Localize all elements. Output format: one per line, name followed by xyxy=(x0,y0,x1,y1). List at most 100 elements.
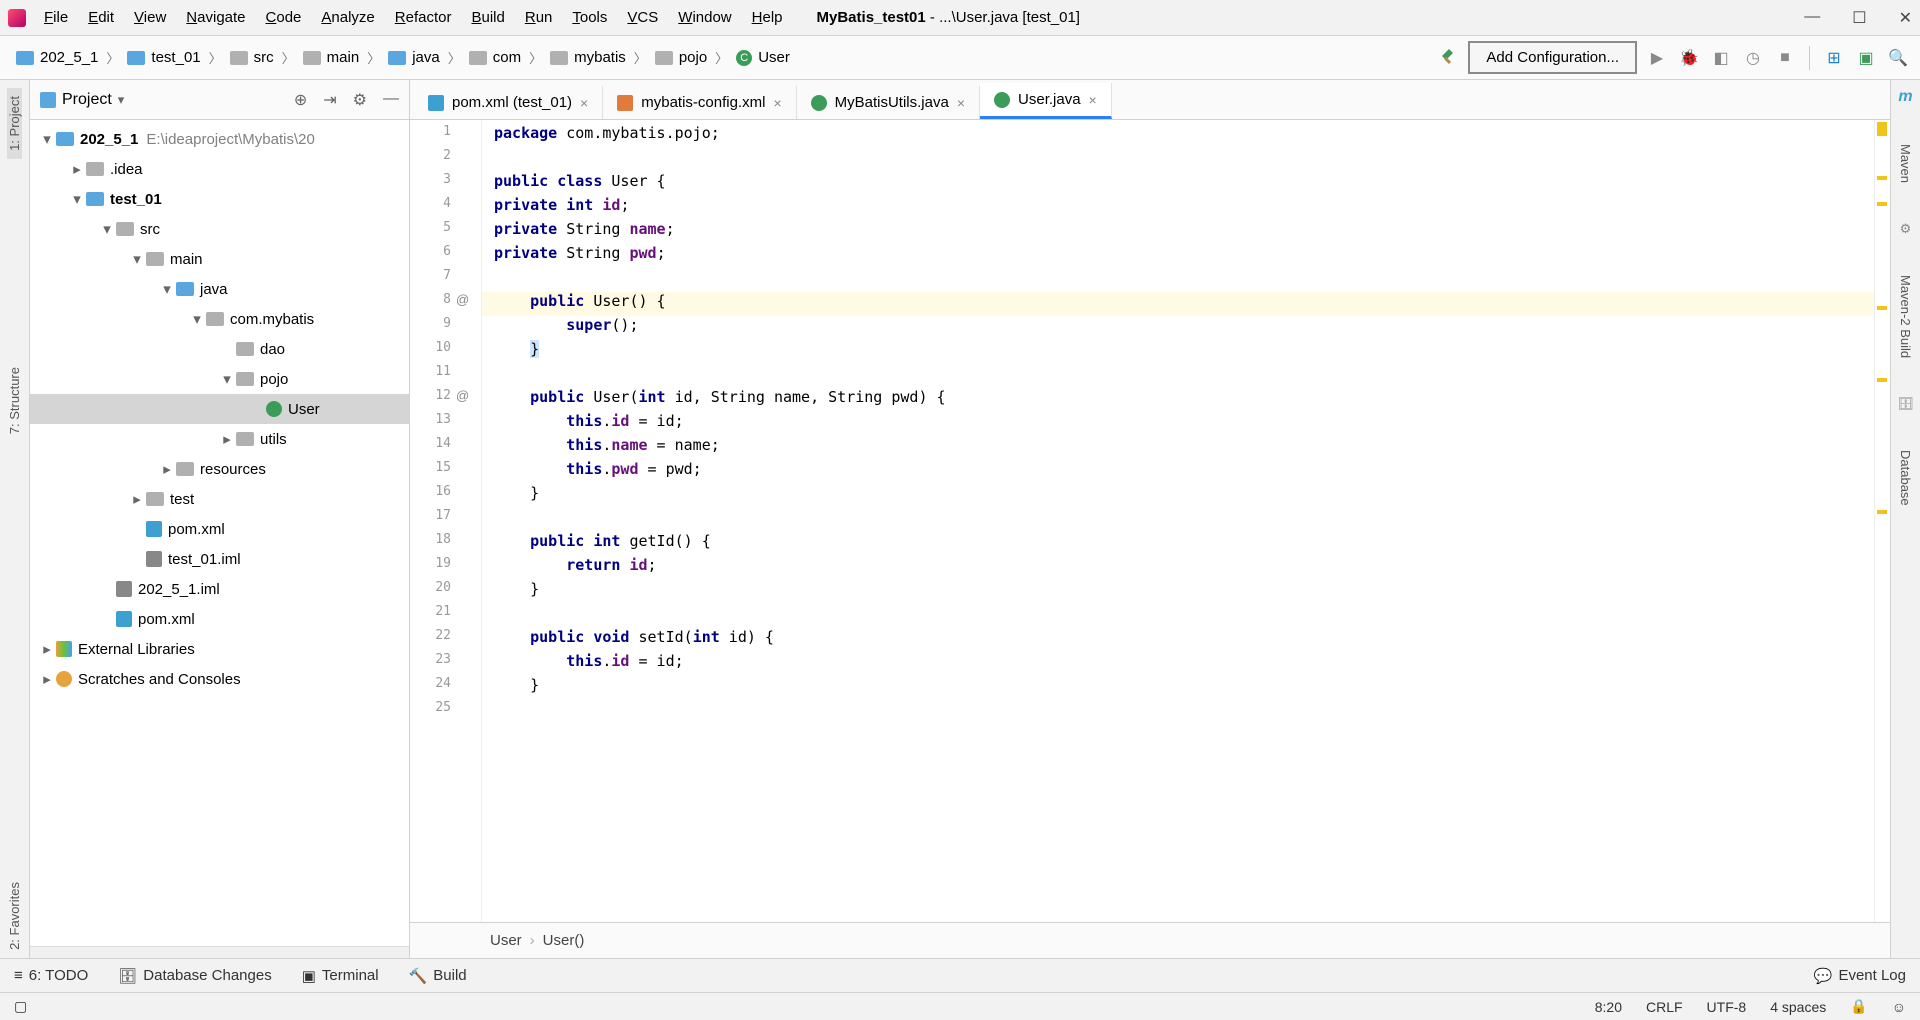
project-header-title[interactable]: Project xyxy=(62,91,112,109)
menu-window[interactable]: Window xyxy=(668,5,741,30)
close-tab-icon[interactable]: × xyxy=(957,95,965,111)
code-line-24[interactable]: } xyxy=(482,676,1874,700)
menu-analyze[interactable]: Analyze xyxy=(311,5,384,30)
close-tab-icon[interactable]: × xyxy=(1089,92,1097,108)
breadcrumb-com[interactable]: com xyxy=(463,47,527,68)
breadcrumb-java[interactable]: java xyxy=(382,47,446,68)
menu-refactor[interactable]: Refactor xyxy=(385,5,462,30)
database-changes-tab[interactable]: 🗄 Database Changes xyxy=(118,967,271,985)
rail-structure[interactable]: 7: Structure xyxy=(7,359,22,442)
tree-item-scratches-and-consoles[interactable]: ▸Scratches and Consoles xyxy=(30,664,409,694)
breadcrumb-main[interactable]: main xyxy=(297,47,366,68)
build-tab[interactable]: 🔨 Build xyxy=(409,967,467,985)
status-encoding[interactable]: UTF-8 xyxy=(1707,999,1747,1015)
tab-user-java[interactable]: User.java× xyxy=(980,83,1112,119)
add-configuration-button[interactable]: Add Configuration... xyxy=(1468,41,1637,74)
gear-icon[interactable]: ⚙ xyxy=(353,90,367,110)
tree-item-resources[interactable]: ▸resources xyxy=(30,454,409,484)
tree-item-pom-xml[interactable]: pom.xml xyxy=(30,604,409,634)
build-icon[interactable] xyxy=(1438,47,1460,69)
run-anything-icon[interactable]: ▣ xyxy=(1854,46,1878,70)
code-line-20[interactable]: } xyxy=(482,580,1874,604)
search-icon[interactable]: 🔍 xyxy=(1886,46,1910,70)
editor-breadcrumb[interactable]: User › User() xyxy=(410,922,1890,958)
gear-icon[interactable]: ⚙ xyxy=(1900,221,1912,237)
stop-icon[interactable]: ■ xyxy=(1773,46,1797,70)
minimize-icon[interactable]: — xyxy=(1804,8,1820,28)
tree-scrollbar[interactable] xyxy=(30,946,409,958)
code-line-10[interactable]: } xyxy=(482,340,1874,364)
code-line-1[interactable]: package com.mybatis.pojo; xyxy=(482,124,1874,148)
breadcrumb-test_01[interactable]: test_01 xyxy=(121,47,206,68)
inspection-icon[interactable]: ☺ xyxy=(1892,999,1906,1015)
menu-file[interactable]: File xyxy=(34,5,78,30)
tab-mybatis-config-xml[interactable]: mybatis-config.xml× xyxy=(603,86,796,119)
menu-code[interactable]: Code xyxy=(256,5,312,30)
code-line-5[interactable]: private String name; xyxy=(482,220,1874,244)
tree-item-pom-xml[interactable]: pom.xml xyxy=(30,514,409,544)
code-line-17[interactable] xyxy=(482,508,1874,532)
locate-icon[interactable]: ⊕ xyxy=(294,90,307,110)
todo-tab[interactable]: ≡ 6: TODO xyxy=(14,967,88,984)
git-icon[interactable]: ⊞ xyxy=(1822,46,1846,70)
menu-help[interactable]: Help xyxy=(742,5,793,30)
menu-build[interactable]: Build xyxy=(461,5,514,30)
breadcrumb-user[interactable]: CUser xyxy=(730,47,796,68)
code-line-6[interactable]: private String pwd; xyxy=(482,244,1874,268)
coverage-icon[interactable]: ◧ xyxy=(1709,46,1733,70)
menu-view[interactable]: View xyxy=(124,5,176,30)
profile-icon[interactable]: ◷ xyxy=(1741,46,1765,70)
code-line-11[interactable] xyxy=(482,364,1874,388)
hide-icon[interactable]: — xyxy=(383,90,399,110)
rail-database[interactable]: Database xyxy=(1898,442,1913,514)
close-tab-icon[interactable]: × xyxy=(580,95,588,111)
menu-run[interactable]: Run xyxy=(515,5,563,30)
menu-edit[interactable]: Edit xyxy=(78,5,124,30)
tree-item-202-5-1[interactable]: ▾202_5_1E:\ideaproject\Mybatis\20 xyxy=(30,124,409,154)
code-line-16[interactable]: } xyxy=(482,484,1874,508)
menu-navigate[interactable]: Navigate xyxy=(176,5,255,30)
debug-icon[interactable]: 🐞 xyxy=(1677,46,1701,70)
tab-pom-xml--test-01-[interactable]: pom.xml (test_01)× xyxy=(414,86,603,119)
code-line-7[interactable] xyxy=(482,268,1874,292)
breadcrumb-202_5_1[interactable]: 202_5_1 xyxy=(10,47,104,68)
rail-maven[interactable]: Maven xyxy=(1898,136,1913,191)
tree-item-test-01-iml[interactable]: test_01.iml xyxy=(30,544,409,574)
tab-mybatisutils-java[interactable]: MyBatisUtils.java× xyxy=(797,86,980,119)
rail-maven2[interactable]: Maven-2 Build xyxy=(1898,267,1913,366)
tree-item-pojo[interactable]: ▾pojo xyxy=(30,364,409,394)
code-line-2[interactable] xyxy=(482,148,1874,172)
code-line-22[interactable]: public void setId(int id) { xyxy=(482,628,1874,652)
maven-icon[interactable]: m xyxy=(1898,88,1912,106)
code-line-4[interactable]: private int id; xyxy=(482,196,1874,220)
close-tab-icon[interactable]: × xyxy=(773,95,781,111)
code-line-25[interactable] xyxy=(482,700,1874,724)
code-line-8[interactable]: public User() { xyxy=(482,292,1874,316)
tree-item-com-mybatis[interactable]: ▾com.mybatis xyxy=(30,304,409,334)
run-icon[interactable]: ▶ xyxy=(1645,46,1669,70)
rail-favorites[interactable]: 2: Favorites xyxy=(7,874,22,958)
tree-item-java[interactable]: ▾java xyxy=(30,274,409,304)
tree-item-test[interactable]: ▸test xyxy=(30,484,409,514)
menu-tools[interactable]: Tools xyxy=(562,5,617,30)
code-line-3[interactable]: public class User { xyxy=(482,172,1874,196)
tree-item--idea[interactable]: ▸.idea xyxy=(30,154,409,184)
tree-item-main[interactable]: ▾main xyxy=(30,244,409,274)
tree-item-external-libraries[interactable]: ▸External Libraries xyxy=(30,634,409,664)
database-icon[interactable]: 🗄 xyxy=(1897,396,1914,412)
breadcrumb-src[interactable]: src xyxy=(224,47,280,68)
tree-item-dao[interactable]: dao xyxy=(30,334,409,364)
code-line-14[interactable]: this.name = name; xyxy=(482,436,1874,460)
close-icon[interactable]: ✕ xyxy=(1899,8,1912,28)
status-panel-icon[interactable]: ▢ xyxy=(14,998,27,1015)
maximize-icon[interactable]: ☐ xyxy=(1852,8,1866,28)
code-line-19[interactable]: return id; xyxy=(482,556,1874,580)
code-line-13[interactable]: this.id = id; xyxy=(482,412,1874,436)
tree-item-202-5-1-iml[interactable]: 202_5_1.iml xyxy=(30,574,409,604)
tree-item-user[interactable]: User xyxy=(30,394,409,424)
tree-item-test-01[interactable]: ▾test_01 xyxy=(30,184,409,214)
status-indent[interactable]: 4 spaces xyxy=(1770,999,1826,1015)
menu-vcs[interactable]: VCS xyxy=(617,5,668,30)
code-line-12[interactable]: public User(int id, String name, String … xyxy=(482,388,1874,412)
editor-marker-bar[interactable] xyxy=(1874,120,1890,922)
